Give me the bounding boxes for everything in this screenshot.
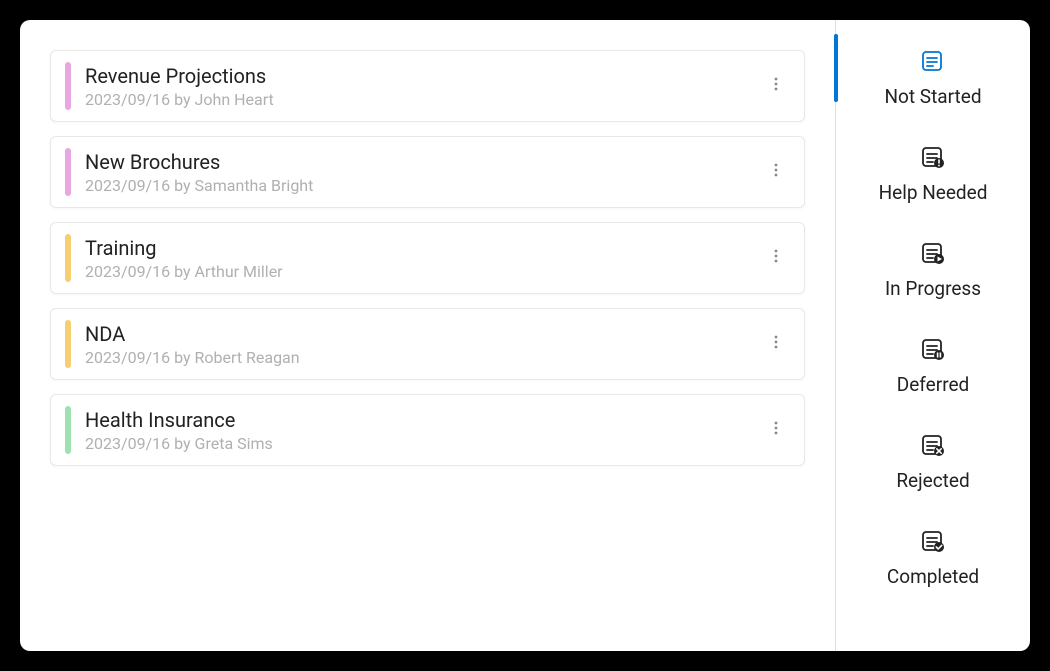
task-subtitle: 2023/09/16 by Arthur Miller [85,262,758,281]
task-menu-button[interactable] [758,412,794,448]
task-card-body: New Brochures 2023/09/16 by Samantha Brig… [85,150,758,195]
task-menu-button[interactable] [758,240,794,276]
status-tab[interactable]: Completed [836,510,1030,606]
task-status-icon [920,145,946,181]
task-card-body: Health Insurance 2023/09/16 by Greta Sims [85,408,758,453]
status-stripe [65,62,71,110]
task-card[interactable]: Revenue Projections 2023/09/16 by John He… [50,50,805,122]
task-title: Health Insurance [85,408,758,432]
task-card[interactable]: Health Insurance 2023/09/16 by Greta Sims [50,394,805,466]
status-tab-label: Deferred [897,373,970,396]
app-frame: Revenue Projections 2023/09/16 by John He… [20,20,1030,651]
task-card[interactable]: New Brochures 2023/09/16 by Samantha Brig… [50,136,805,208]
status-tab[interactable]: Rejected [836,414,1030,510]
task-title: Revenue Projections [85,64,758,88]
status-stripe [65,148,71,196]
task-status-icon [920,337,946,373]
task-list: Revenue Projections 2023/09/16 by John He… [20,20,835,651]
task-status-icon [920,433,946,469]
vertical-dots-icon [768,248,784,268]
vertical-dots-icon [768,334,784,354]
task-card-body: Revenue Projections 2023/09/16 by John He… [85,64,758,109]
task-title: Training [85,236,758,260]
task-title: NDA [85,322,758,346]
status-tab[interactable]: Help Needed [836,126,1030,222]
vertical-dots-icon [768,76,784,96]
task-subtitle: 2023/09/16 by Greta Sims [85,434,758,453]
status-tab-label: Completed [887,565,979,588]
status-tab[interactable]: Deferred [836,318,1030,414]
task-title: New Brochures [85,150,758,174]
task-subtitle: 2023/09/16 by Robert Reagan [85,348,758,367]
task-menu-button[interactable] [758,154,794,190]
status-tab-label: Help Needed [879,181,988,204]
status-stripe [65,234,71,282]
status-tabs: Not Started Help Needed In Progress Deferre… [835,20,1030,651]
task-card-body: Training 2023/09/16 by Arthur Miller [85,236,758,281]
status-tab[interactable]: In Progress [836,222,1030,318]
vertical-dots-icon [768,420,784,440]
task-status-icon [920,49,946,85]
task-subtitle: 2023/09/16 by John Heart [85,90,758,109]
status-tab-label: In Progress [885,277,981,300]
status-tab-label: Not Started [884,85,981,108]
status-tab[interactable]: Not Started [836,30,1030,126]
task-status-icon [920,241,946,277]
task-menu-button[interactable] [758,326,794,362]
status-stripe [65,406,71,454]
status-stripe [65,320,71,368]
task-subtitle: 2023/09/16 by Samantha Bright [85,176,758,195]
task-card[interactable]: NDA 2023/09/16 by Robert Reagan [50,308,805,380]
vertical-dots-icon [768,162,784,182]
status-tab-label: Rejected [896,469,969,492]
task-status-icon [920,529,946,565]
task-card-body: NDA 2023/09/16 by Robert Reagan [85,322,758,367]
task-menu-button[interactable] [758,68,794,104]
task-card[interactable]: Training 2023/09/16 by Arthur Miller [50,222,805,294]
active-tab-indicator [834,34,838,102]
